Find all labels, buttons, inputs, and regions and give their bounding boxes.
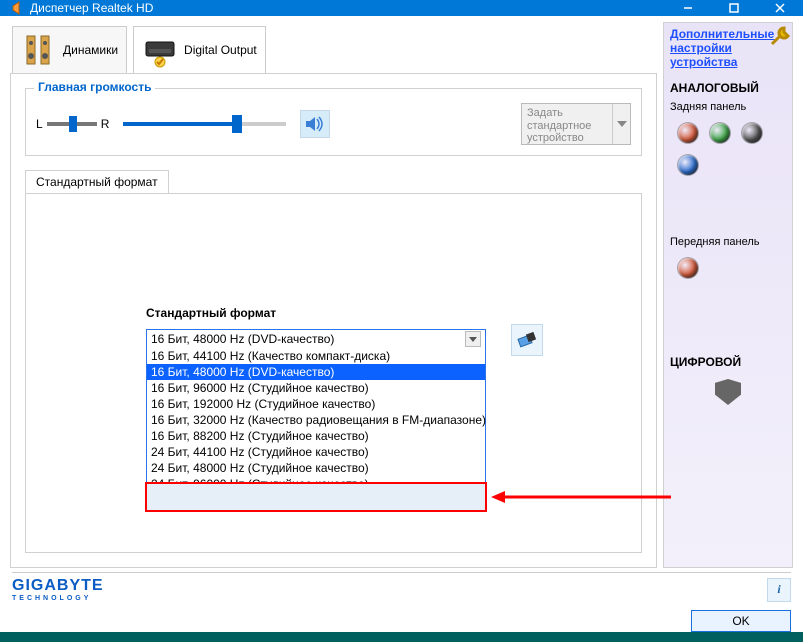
front-panel-label: Передняя панель xyxy=(670,236,786,248)
chevron-down-icon[interactable] xyxy=(612,104,630,144)
format-option[interactable]: 24 Бит, 48000 Hz (Студийное качество) xyxy=(147,460,485,476)
tab-speakers-label: Динамики xyxy=(63,43,118,57)
audio-jack[interactable] xyxy=(710,123,730,143)
brand-name: GIGABYTE xyxy=(12,577,104,594)
balance-slider[interactable]: L R xyxy=(36,117,109,131)
default-format-panel: Стандартный формат 16 Бит, 48000 Hz (DVD… xyxy=(25,193,642,553)
window-title: Диспетчер Realtek HD xyxy=(30,1,665,15)
ok-button[interactable]: OK xyxy=(691,610,791,632)
volume-slider[interactable] xyxy=(123,122,286,126)
annotation-highlight-box xyxy=(145,482,487,512)
sub-tab-default-format[interactable]: Стандартный формат xyxy=(25,170,169,194)
mute-button[interactable] xyxy=(300,110,330,138)
annotation-arrow xyxy=(491,487,671,507)
audio-jack[interactable] xyxy=(678,258,698,278)
format-option[interactable]: 16 Бит, 192000 Hz (Студийное качество) xyxy=(147,396,485,412)
format-option[interactable]: 16 Бит, 88200 Hz (Студийное качество) xyxy=(147,428,485,444)
format-selected-text: 16 Бит, 48000 Hz (DVD-качество) xyxy=(151,332,334,346)
format-option[interactable]: 16 Бит, 32000 Hz (Качество радиовещания … xyxy=(147,412,485,428)
balance-right-label: R xyxy=(101,117,110,131)
balance-track[interactable] xyxy=(47,122,97,126)
wrench-icon xyxy=(770,25,792,47)
default-format-title: Стандартный формат xyxy=(146,306,276,320)
tab-digital-output-label: Digital Output xyxy=(184,43,257,57)
app-icon xyxy=(8,0,24,16)
device-tabs: Динамики Digital Output xyxy=(10,22,657,74)
back-panel-label: Задняя панель xyxy=(670,101,786,113)
speakers-icon xyxy=(21,32,57,68)
device-panel: Главная громкость L R xyxy=(10,73,657,568)
format-option[interactable]: 24 Бит, 44100 Hz (Студийное качество) xyxy=(147,444,485,460)
digital-section-title: ЦИФРОВОЙ xyxy=(670,355,786,369)
volume-fill xyxy=(123,122,234,126)
format-option[interactable]: 16 Бит, 48000 Hz (DVD-качество) xyxy=(147,364,485,380)
set-default-label: Задать стандартное устройство xyxy=(522,104,612,144)
back-panel-jacks xyxy=(670,119,786,179)
chevron-down-icon[interactable] xyxy=(465,331,481,347)
app-window: Диспетчер Realtek HD xyxy=(0,0,803,632)
minimize-button[interactable] xyxy=(665,0,711,16)
format-selected[interactable]: 16 Бит, 48000 Hz (DVD-качество) xyxy=(146,329,486,349)
volume-thumb[interactable] xyxy=(232,115,242,133)
analog-section-title: АНАЛОГОВЫЙ xyxy=(670,81,786,95)
audio-jack[interactable] xyxy=(678,123,698,143)
audio-jack[interactable] xyxy=(742,123,762,143)
maximize-button[interactable] xyxy=(711,0,757,16)
main-volume-group: Главная громкость L R xyxy=(25,88,642,156)
titlebar: Диспетчер Realtek HD xyxy=(0,0,803,16)
format-option[interactable]: 16 Бит, 96000 Hz (Студийное качество) xyxy=(147,380,485,396)
test-play-button[interactable] xyxy=(511,324,543,356)
advanced-settings-link[interactable]: Дополнительные настройки устройства xyxy=(670,27,774,69)
info-button[interactable]: i xyxy=(767,578,791,602)
balance-left-label: L xyxy=(36,117,43,131)
close-button[interactable] xyxy=(757,0,803,16)
sub-tabs: Стандартный формат xyxy=(25,170,642,194)
set-default-dropdown[interactable]: Задать стандартное устройство xyxy=(521,103,631,145)
front-panel-jacks xyxy=(670,254,786,282)
balance-thumb[interactable] xyxy=(69,116,77,132)
brand-logo: GIGABYTE TECHNOLOGY xyxy=(12,577,104,602)
audio-jack[interactable] xyxy=(678,155,698,175)
format-option[interactable]: 16 Бит, 44100 Hz (Качество компакт-диска… xyxy=(147,348,485,364)
format-combobox[interactable]: 16 Бит, 48000 Hz (DVD-качество) 16 Бит, … xyxy=(146,329,486,349)
tab-speakers[interactable]: Динамики xyxy=(12,26,127,74)
tab-digital-output[interactable]: Digital Output xyxy=(133,26,266,74)
brand-subtitle: TECHNOLOGY xyxy=(12,595,104,602)
main-volume-title: Главная громкость xyxy=(34,80,155,94)
digital-connector-icon[interactable] xyxy=(715,379,741,405)
connector-sidebar: Дополнительные настройки устройства АНАЛ… xyxy=(663,22,793,568)
digital-output-icon xyxy=(142,32,178,68)
